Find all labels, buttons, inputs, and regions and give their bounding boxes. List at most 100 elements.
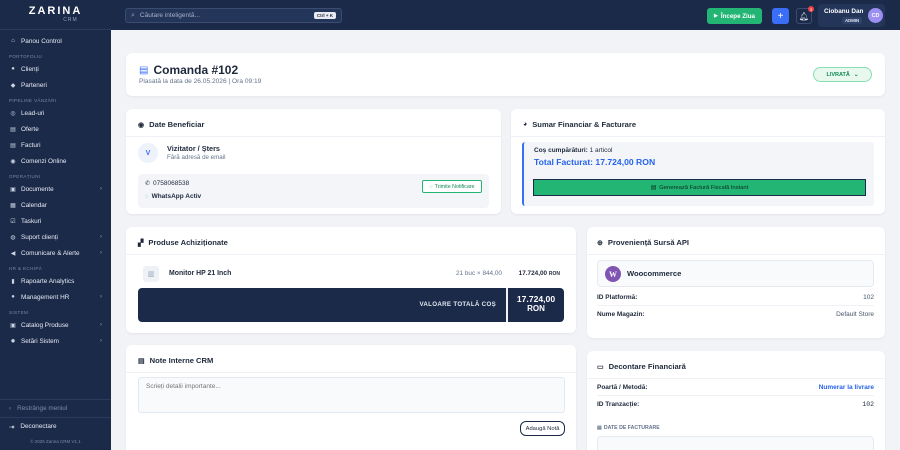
start-day-button[interactable]: ▶ Începe Ziua xyxy=(707,8,762,24)
source-header: ⊕ Proveniență Sursă API xyxy=(597,238,689,247)
sidebar-item-label: Setări Sistem xyxy=(21,337,60,345)
notes-header: ▤ Note Interne CRM xyxy=(138,356,213,365)
start-day-label: Începe Ziua xyxy=(720,12,755,20)
sidebar-item-documente[interactable]: ▣ Documente › xyxy=(0,181,111,197)
divider xyxy=(597,395,874,396)
product-total: 17.724,00 xyxy=(518,270,548,277)
gear-icon: ✹ xyxy=(10,338,16,345)
search-icon: ⌕ xyxy=(131,11,135,19)
sidebar-item-management-hr[interactable]: ● Management HR › xyxy=(0,289,111,305)
sidebar-item-label: Parteneri xyxy=(21,81,47,89)
invoice-icon: ▤ xyxy=(10,142,16,149)
sidebar-item-parteneri[interactable]: ◆ Parteneri xyxy=(0,77,111,93)
sidebar-item-oferte[interactable]: ▤ Oferte xyxy=(0,121,111,137)
page-title: Comanda #102 xyxy=(153,63,239,77)
cart-total-currency: RON xyxy=(527,304,545,313)
folder-icon: ▣ xyxy=(10,186,16,193)
source-row: ID Platformă: 102 xyxy=(597,294,874,301)
notification-badge: 3 xyxy=(808,6,814,12)
file-icon: ▤ xyxy=(10,126,16,133)
chevron-right-icon: › xyxy=(100,322,102,328)
chart-icon: ▮ xyxy=(11,278,15,285)
product-qty: 21 buc × 844,00 xyxy=(455,270,502,277)
search-box[interactable]: ⌕ Ctrl + K xyxy=(125,8,342,23)
settlement-card: ▭ Decontare Financiară Poartă / Metodă: … xyxy=(587,351,885,450)
sidebar-footer: ‹ Restrânge meniul ⇥ Deconectare © 2026 … xyxy=(0,399,111,450)
sidebar-item-label: Suport clienți xyxy=(21,233,58,241)
sidebar-item-rapoarte-analytics[interactable]: ▮ Rapoarte Analytics xyxy=(0,273,111,289)
note-textarea[interactable] xyxy=(138,377,565,413)
status-badge[interactable]: LIVRATĂ ⌄ xyxy=(813,67,872,82)
logo[interactable]: ZARINA CRM xyxy=(0,0,111,30)
wordpress-icon: W xyxy=(605,266,621,282)
user-icon: ● xyxy=(11,66,15,72)
product-row[interactable]: ▥ Monitor HP 21 Inch 21 buc × 844,00 17.… xyxy=(138,263,564,285)
sidebar-item-label: Panou Control xyxy=(21,37,62,45)
sidebar-item-clienti[interactable]: ● Clienți xyxy=(0,61,111,77)
sidebar-item-lead-uri[interactable]: ◎ Lead-uri xyxy=(0,105,111,121)
source-row: Nume Magazin: Default Store xyxy=(597,311,874,318)
sidebar-item-label: Taskuri xyxy=(21,217,42,225)
order-header-card: ▤ Comanda #102 Plasată la data de 26.05.… xyxy=(126,53,885,96)
logout-label: Deconectare xyxy=(20,423,57,430)
order-subtitle: Plasată la data de 26.05.2026 | Ora 09:1… xyxy=(139,78,262,85)
user-menu[interactable]: Ciobanu Dan ADMIN CD xyxy=(818,4,885,27)
financial-box: Coș cumpărături: 1 articol Total Factura… xyxy=(522,142,874,206)
source-row-value: Default Store xyxy=(836,311,874,318)
target-icon: ◎ xyxy=(10,110,16,117)
sidebar-item-setari-sistem[interactable]: ✹ Setări Sistem › xyxy=(0,333,111,349)
sidebar-item-catalog-produse[interactable]: ▣ Catalog Produse › xyxy=(0,317,111,333)
beneficiary-header: ◉ Date Beneficiar xyxy=(138,120,204,129)
shortcut-badge: Ctrl + K xyxy=(313,12,336,19)
sidebar-section-label: PORTOFOLIU xyxy=(9,54,43,59)
platform-box: W Woocommerce xyxy=(597,260,874,287)
divider xyxy=(597,305,874,306)
sidebar-item-comunicare-alerte[interactable]: ◀ Comunicare & Alerte › xyxy=(0,245,111,261)
plus-icon: + xyxy=(777,10,784,22)
billing-section-label: ▤ DATE DE FACTURARE xyxy=(597,425,660,431)
sidebar-item-label: Lead-uri xyxy=(21,109,45,117)
logo-subtext: CRM xyxy=(63,17,78,23)
generate-invoice-button[interactable]: ▤ Generează Factură Fiscală Instant xyxy=(533,179,866,196)
beneficiary-address: Fără adresă de email xyxy=(167,154,226,161)
phone-icon: ✆ xyxy=(145,181,151,187)
home-icon: ⌂ xyxy=(11,38,15,44)
beneficiary-avatar: V xyxy=(138,143,158,163)
sidebar-item-label: Rapoarte Analytics xyxy=(21,277,75,285)
handshake-icon: ◆ xyxy=(10,82,16,89)
notifications-button[interactable]: 🔔︎ 3 xyxy=(796,6,814,24)
sidebar-nav: ⌂ Panou Control PORTOFOLIU ● Clienți ◆ Partene… xyxy=(0,30,111,349)
beneficiary-name: Vizitator / Șters xyxy=(167,144,220,153)
add-button[interactable]: + xyxy=(772,8,789,24)
add-note-button[interactable]: Adaugă Notă xyxy=(520,421,565,436)
sidebar-item-panou-control[interactable]: ⌂ Panou Control xyxy=(0,33,111,49)
phone-number[interactable]: 0758068538 xyxy=(153,180,189,187)
play-icon: ▶ xyxy=(714,13,718,19)
sidebar-item-calendar[interactable]: ▦ Calendar xyxy=(0,197,111,213)
sidebar-item-facturi[interactable]: ▤ Facturi xyxy=(0,137,111,153)
transaction-row: ID Tranzacție: 102 xyxy=(597,401,874,408)
platform-name: Woocommerce xyxy=(627,269,682,278)
transaction-label: ID Tranzacție: xyxy=(597,401,640,408)
sidebar-item-label: Documente xyxy=(21,185,54,193)
source-row-value: 102 xyxy=(863,294,874,301)
send-notification-button[interactable]: ◌ Trimite Notificare xyxy=(422,180,482,193)
logout-button[interactable]: ⇥ Deconectare xyxy=(0,417,111,435)
sidebar-item-taskuri[interactable]: ☑ Taskuri xyxy=(0,213,111,229)
search-input[interactable] xyxy=(139,12,314,19)
sidebar-item-label: Oferte xyxy=(21,125,39,133)
collapse-menu-button[interactable]: ‹ Restrânge meniul xyxy=(0,399,111,417)
tasks-icon: ☑ xyxy=(10,218,16,225)
chevron-right-icon: › xyxy=(100,234,102,240)
gateway-row: Poartă / Metodă: Numerar la livrare xyxy=(597,384,874,391)
divider xyxy=(587,254,885,255)
chevron-right-icon: › xyxy=(100,338,102,344)
product-thumbnail-icon: ▥ xyxy=(143,266,159,282)
chevron-left-icon: ‹ xyxy=(9,405,12,412)
source-row-label: ID Platformă: xyxy=(597,294,638,301)
contact-box: ✆ 0758068538 ◌ WhatsApp Activ ◌ Trimite … xyxy=(138,174,489,208)
sidebar-item-suport-clienti[interactable]: ◍ Suport clienți › xyxy=(0,229,111,245)
note-icon: ▤ xyxy=(138,357,145,365)
sidebar-item-label: Facturi xyxy=(21,141,41,149)
sidebar-item-comenzi-online[interactable]: ◉ Comenzi Online xyxy=(0,153,111,169)
